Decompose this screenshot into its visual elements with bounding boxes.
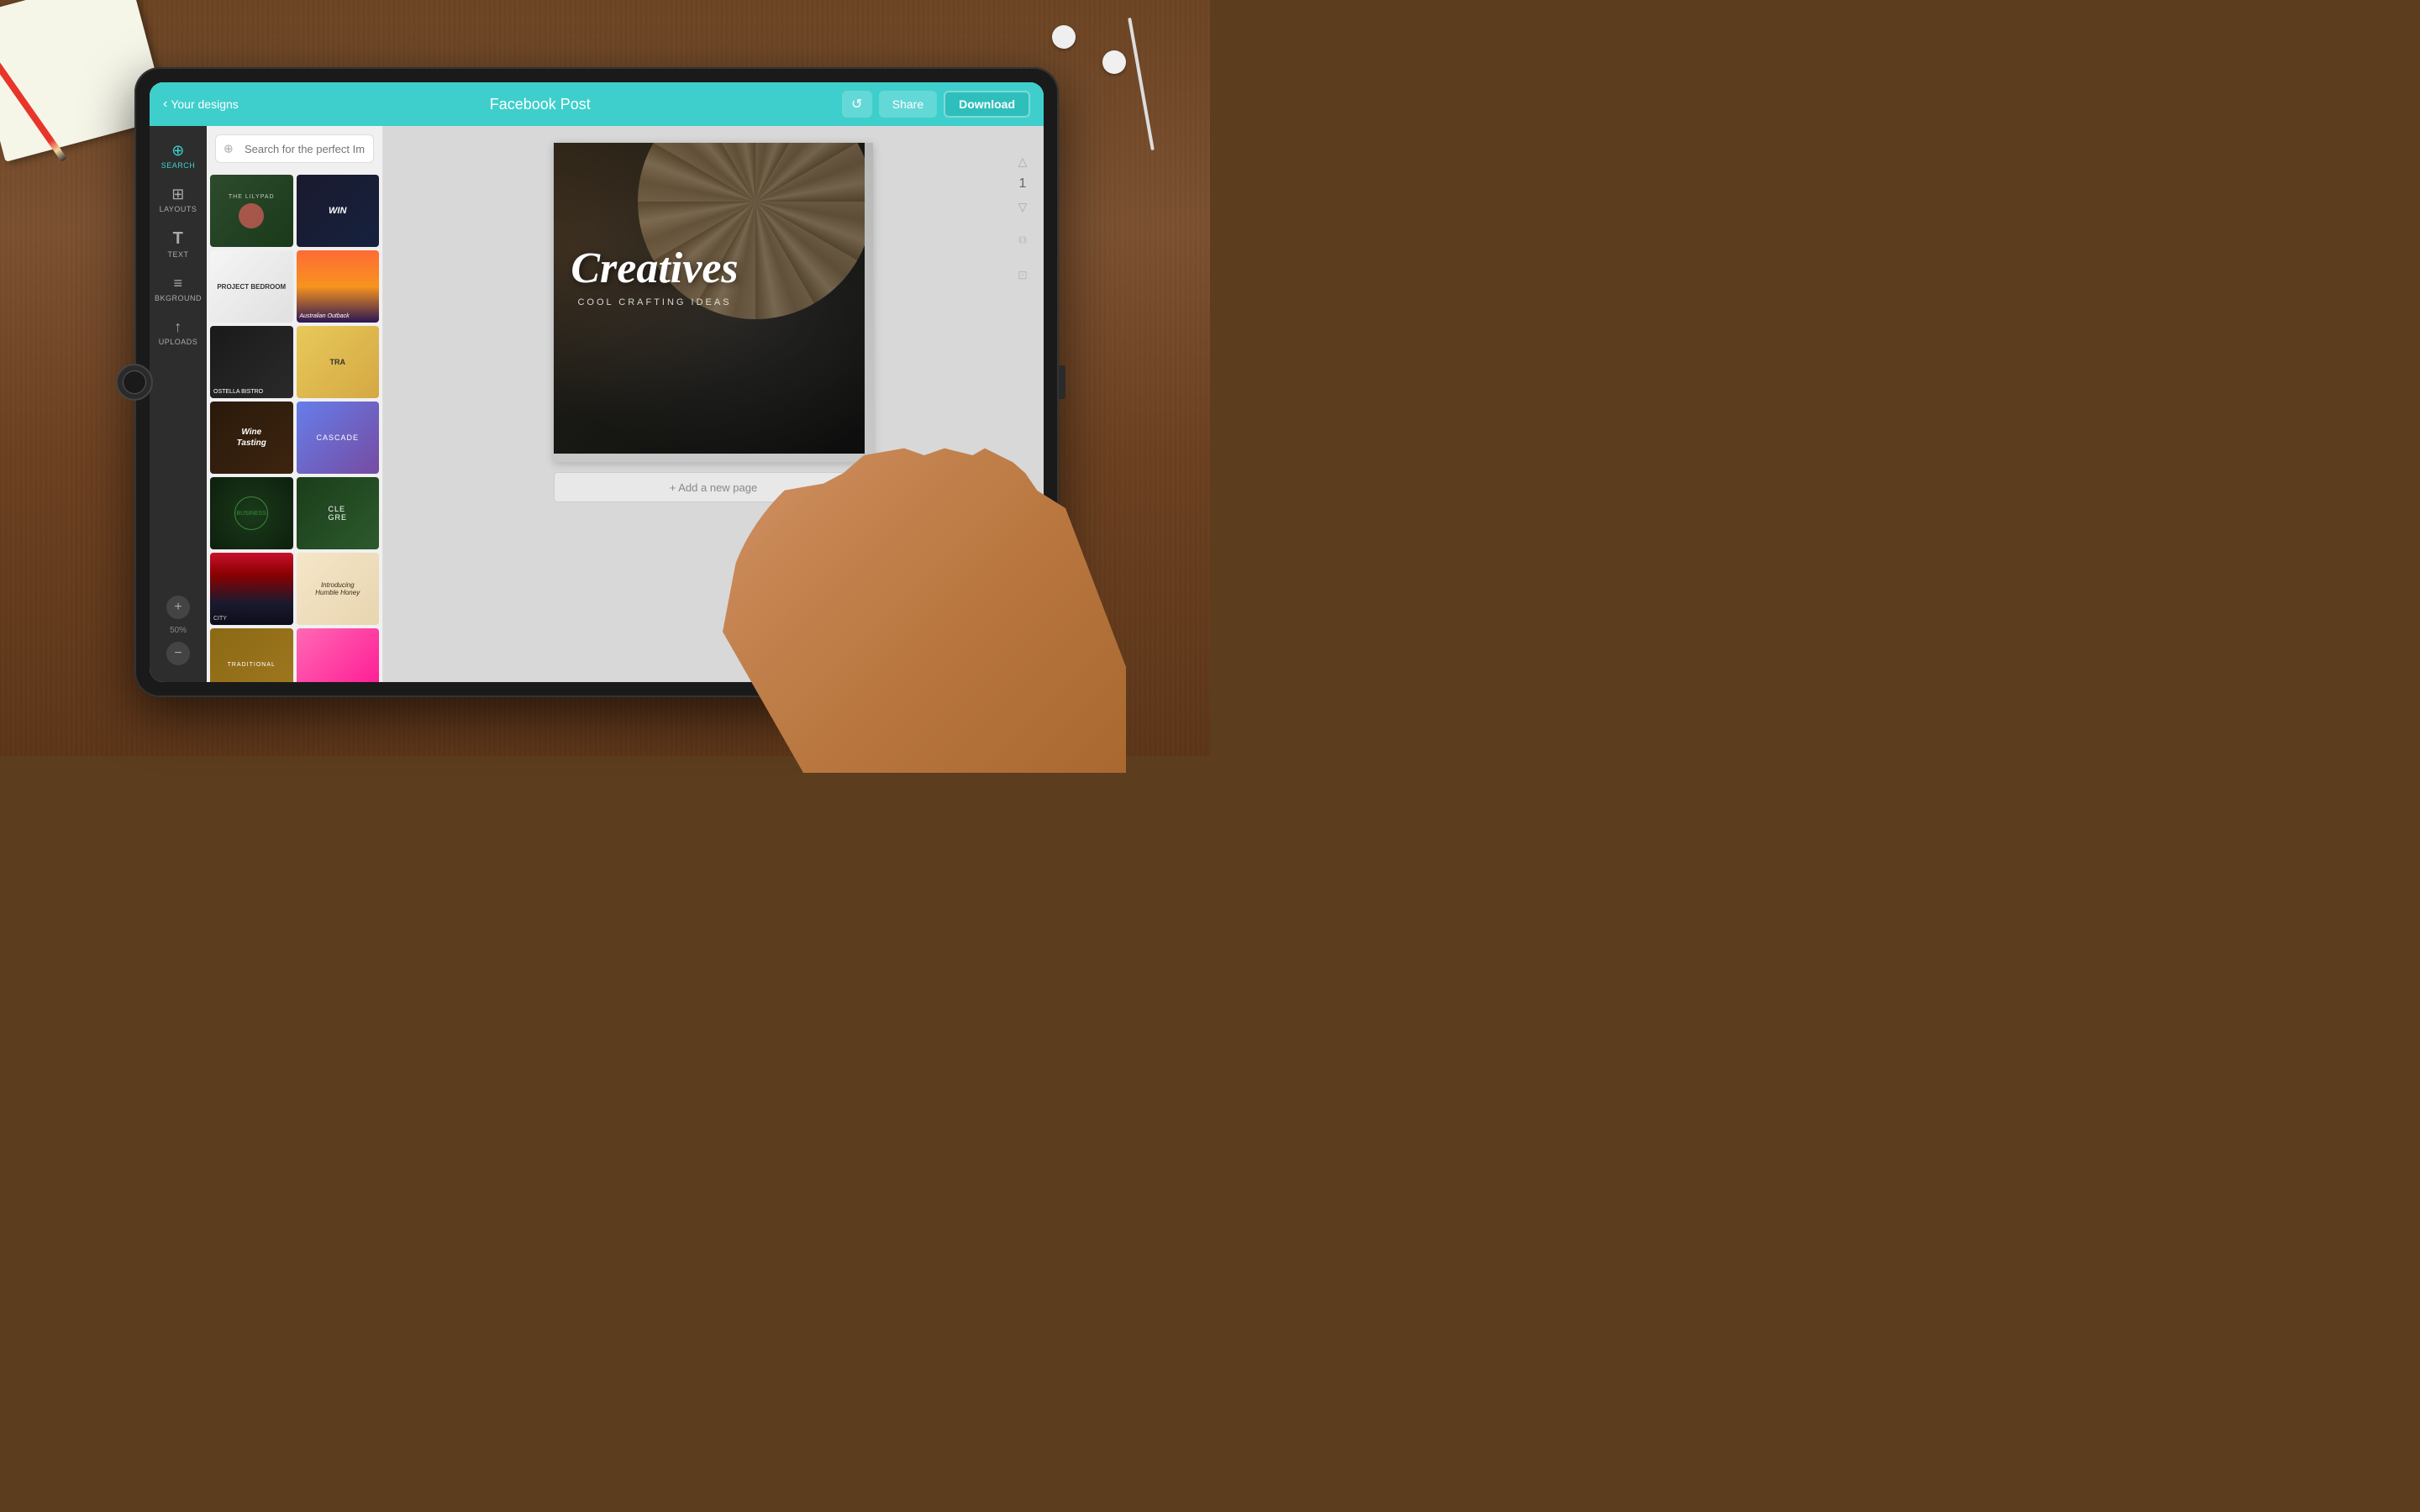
download-button-label: Download [959,97,1015,111]
share-button-label: Share [892,97,923,111]
page-number: 1 [1019,176,1027,192]
tmpl-city-label: CITY [213,616,290,622]
page-title: Facebook Post [239,96,842,113]
back-button[interactable]: ‹ Your designs [163,97,239,112]
tmpl-wine-tasting-label: WineTasting [237,427,266,449]
template-item-australia[interactable]: Australian Outback [297,250,380,323]
template-item-clean-green[interactable]: CLEGRE [297,477,380,549]
creatives-title: Creatives [571,247,738,291]
undo-button[interactable]: ↺ [842,91,872,118]
template-item-project[interactable]: PROJECT BEDROOM [210,250,293,323]
sidebar-item-background[interactable]: ≡ BKGROUND [150,267,207,311]
sidebar-item-text[interactable]: T TEXT [150,222,207,267]
tmpl-australia-label: Australian Outback [300,313,350,319]
pencil-decoration [0,61,67,161]
search-wrapper: ⊕ [215,134,374,163]
sidebar-item-search-label: SEARCH [161,161,196,170]
search-icon: ⊕ [171,143,185,158]
sidebar-item-layouts[interactable]: ⊞ LAYOUTS [150,178,207,222]
template-item-business[interactable]: BUSINESS [210,477,293,549]
template-item-city[interactable]: CITY [210,553,293,625]
tmpl-clean-green-label: CLEGRE [328,505,347,522]
canvas-area: Creatives COOL CRAFTING IDEAS + Add a ne… [383,126,1044,682]
duplicate-page-button[interactable]: ⧉ [1010,227,1035,252]
home-button[interactable] [116,364,153,401]
templates-panel: ⊕ THE LILYPAD WIN PROJECT B [207,126,383,682]
creatives-subtitle: COOL CRAFTING IDEAS [571,297,738,307]
main-content: ⊕ SEARCH ⊞ LAYOUTS T TEXT ≡ BKGROUND [150,126,1044,682]
tmpl-ostella-label: OSTELLA BISTRO [213,389,290,395]
search-input[interactable] [215,134,374,163]
top-bar: ‹ Your designs Facebook Post ↺ Share Dow… [150,82,1044,126]
canvas-content: Creatives COOL CRAFTING IDEAS [554,143,873,462]
sidebar-item-background-label: BKGROUND [155,294,202,302]
page-down-button[interactable]: ▽ [1010,197,1035,217]
canvas-wrapper[interactable]: Creatives COOL CRAFTING IDEAS [554,143,873,462]
template-item-wine[interactable]: WIN [297,175,380,247]
sidebar-item-search[interactable]: ⊕ SEARCH [150,134,207,178]
creatives-image-overlay: Creatives COOL CRAFTING IDEAS [554,143,865,454]
background-icon: ≡ [173,276,182,291]
sidebar-bottom: + 50% − [166,587,190,674]
tmpl-lilypad-label: THE LILYPAD [229,194,275,200]
earphone-cable [1128,18,1155,150]
template-item-honey[interactable]: IntroducingHumble Honey [297,553,380,625]
tmpl-tra-label: TRA [330,358,346,366]
download-button[interactable]: Download [944,91,1030,118]
top-bar-actions: ↺ Share Download [842,91,1030,118]
delete-page-button[interactable]: ⊡ [1010,262,1035,287]
uploads-icon: ↑ [174,319,182,334]
template-item-traditional[interactable]: TRADITIONAL [210,628,293,682]
sidebar-item-uploads-label: UPLOADS [159,338,198,346]
search-bar: ⊕ [207,126,382,171]
tmpl-wine-label: WIN [329,206,346,216]
zoom-plus-icon: + [174,600,182,615]
zoom-level: 50% [170,626,187,635]
text-icon: T [173,230,184,247]
tmpl-cascade-label: CASCADE [316,433,359,442]
add-page-label: + Add a new page [670,481,757,494]
page-up-button[interactable]: △ [1010,151,1035,171]
template-item-tra[interactable]: TRA [297,326,380,398]
ipad-device: ‹ Your designs Facebook Post ↺ Share Dow… [134,67,1059,697]
page-up-icon: △ [1018,155,1028,169]
zoom-in-button[interactable]: + [166,596,190,619]
template-item-lilypad[interactable]: THE LILYPAD [210,175,293,247]
tmpl-honey-label: IntroducingHumble Honey [315,581,360,596]
undo-icon: ↺ [851,96,862,113]
delete-icon: ⊡ [1018,268,1028,282]
ipad-screen: ‹ Your designs Facebook Post ↺ Share Dow… [150,82,1044,682]
earphone-bud-left [1052,25,1076,49]
template-grid: THE LILYPAD WIN PROJECT BEDROOM Australi… [207,171,382,682]
lilypad-flower [239,203,264,228]
back-chevron-icon: ‹ [163,97,167,112]
tmpl-business-label: BUSINESS [237,511,266,517]
add-page-button[interactable]: + Add a new page [554,472,873,502]
template-item-cascade[interactable]: CASCADE [297,402,380,474]
sidebar-item-layouts-label: LAYOUTS [160,205,197,213]
earphone-bud-right [1102,50,1126,74]
zoom-minus-icon: − [174,646,182,661]
template-item-wine-tasting[interactable]: WineTasting [210,402,293,474]
creatives-text-block: Creatives COOL CRAFTING IDEAS [571,247,738,307]
duplicate-icon: ⧉ [1018,233,1027,247]
layouts-icon: ⊞ [171,186,185,202]
tmpl-project-label: PROJECT BEDROOM [217,283,286,291]
back-button-label: Your designs [171,97,238,111]
template-item-pink[interactable] [297,628,380,682]
tmpl-traditional-label: TRADITIONAL [228,662,276,668]
zoom-out-button[interactable]: − [166,642,190,665]
side-button [1059,365,1065,399]
sidebar: ⊕ SEARCH ⊞ LAYOUTS T TEXT ≡ BKGROUND [150,126,207,682]
page-controls: △ 1 ▽ ⧉ ⊡ [1010,151,1035,287]
sidebar-item-text-label: TEXT [167,250,188,259]
share-button[interactable]: Share [879,91,937,118]
app-container: ‹ Your designs Facebook Post ↺ Share Dow… [150,82,1044,682]
tmpl-business-circle: BUSINESS [234,496,268,530]
home-button-inner [123,370,146,394]
sidebar-item-uploads[interactable]: ↑ UPLOADS [150,311,207,354]
page-down-icon: ▽ [1018,200,1028,214]
template-item-ostella[interactable]: OSTELLA BISTRO [210,326,293,398]
